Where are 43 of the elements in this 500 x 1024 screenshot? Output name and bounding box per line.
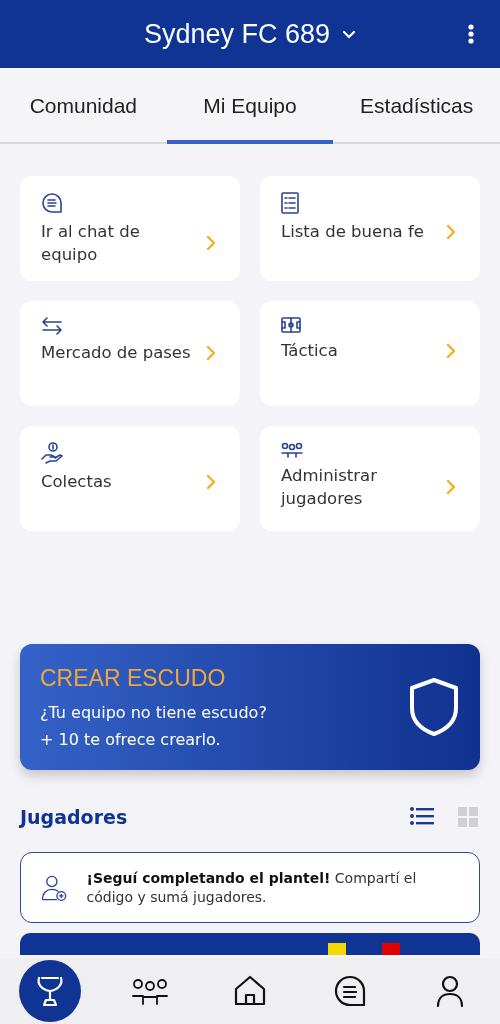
person-icon: [435, 974, 465, 1008]
home-icon: [233, 974, 267, 1008]
shortcut-label: Administrar jugadores: [281, 465, 378, 510]
pitch-icon: [281, 317, 301, 333]
group-icon: [281, 442, 303, 458]
shortcut-card[interactable]: Lista de buena fe: [260, 176, 480, 281]
shortcut-label: Lista de buena fe: [281, 221, 424, 243]
shortcut-card[interactable]: Ir al chat de equipo: [20, 176, 240, 281]
chat-bubble-icon: [41, 192, 63, 214]
list-view-icon: [410, 807, 434, 825]
shortcut-card[interactable]: Colectas: [20, 426, 240, 531]
banner-title: CREAR ESCUDO: [40, 664, 227, 692]
chat-bubble-icon: [333, 974, 367, 1008]
group-icon: [131, 977, 169, 1005]
chevron-down-icon: [342, 29, 357, 39]
shortcut-card[interactable]: Administrar jugadores: [260, 426, 480, 531]
tab[interactable]: Mi Equipo: [166, 68, 334, 144]
more-menu-icon[interactable]: [468, 24, 474, 44]
shortcut-label: Ir al chat de equipo: [41, 221, 141, 266]
shortcut-card[interactable]: Táctica: [260, 301, 480, 406]
shortcut-label: Mercado de pases: [41, 342, 191, 364]
chevron-right-icon: [446, 479, 456, 495]
tab[interactable]: Estadísticas: [333, 68, 500, 144]
create-crest-banner[interactable]: CREAR ESCUDO ¿Tu equipo no tiene escudo? + 10 te ofrece crearlo.: [20, 644, 480, 770]
coin-hand-icon: [41, 442, 63, 464]
chevron-right-icon: [446, 342, 456, 359]
invite-message: ¡Seguí completando el plantel! Compartí el código y sumá jugadores.: [86, 868, 418, 907]
shortcut-label: Táctica: [281, 340, 338, 362]
shortcut-label: Colectas: [41, 471, 112, 493]
grid-view-icon: [458, 807, 478, 827]
swap-arrows-icon: [41, 317, 63, 335]
shortcut-card[interactable]: Mercado de pases: [20, 301, 240, 406]
shield-icon: [408, 677, 460, 737]
chevron-right-icon: [446, 223, 456, 240]
chevron-right-icon: [206, 473, 216, 490]
checklist-icon: [281, 192, 299, 214]
view-toggle[interactable]: [456, 805, 480, 829]
chevron-right-icon: [206, 235, 216, 251]
tab[interactable]: Comunidad: [0, 68, 167, 144]
chevron-right-icon: [206, 344, 216, 361]
banner-text: + 10 te ofrece crearlo.: [40, 728, 222, 750]
banner-text: ¿Tu equipo no tiene escudo?: [40, 701, 267, 723]
section-title: Jugadores: [20, 806, 128, 828]
